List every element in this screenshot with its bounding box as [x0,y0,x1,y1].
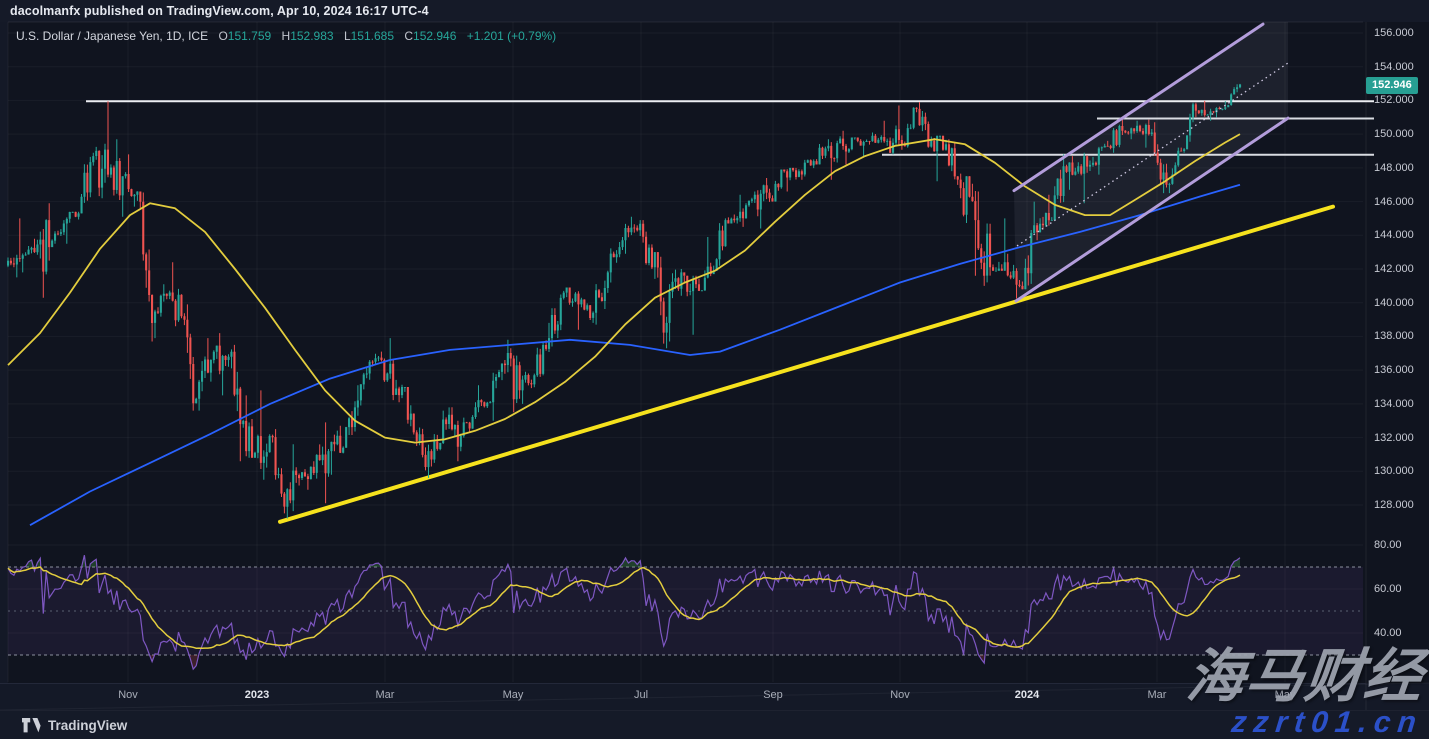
price-axis-label: 152.000 [1374,94,1414,106]
time-axis-label: May [503,689,524,701]
rsi-axis-label: 60.00 [1374,583,1402,595]
tradingview-brand-text: TradingView [48,718,127,733]
price-axis-label: 138.000 [1374,330,1414,342]
price-axis-label: 146.000 [1374,196,1414,208]
time-axis-label: Sep [763,689,783,701]
change-value: +1.201 (+0.79%) [467,29,556,43]
high-label: H [282,29,291,43]
price-axis-label: 140.000 [1374,297,1414,309]
tradingview-published-chart: dacolmanfx published on TradingView.com,… [0,0,1429,739]
time-axis-label: May [1275,689,1296,701]
last-price-label: 152.946 [1366,77,1418,94]
rsi-band [8,567,1363,655]
low-value: 151.685 [351,29,394,43]
symbol-title[interactable]: U.S. Dollar / Japanese Yen, 1D, ICE [16,29,208,43]
trendline[interactable] [280,207,1333,522]
price-axis-label: 134.000 [1374,398,1414,410]
time-axis-label: 2024 [1015,689,1039,701]
time-axis-label: Mar [376,689,395,701]
price-axis-label: 128.000 [1374,499,1414,511]
rsi-axis-label: 40.00 [1374,627,1402,639]
price-axis-label: 130.000 [1374,465,1414,477]
price-axis-label: 142.000 [1374,263,1414,275]
chart-canvas[interactable] [0,0,1429,739]
time-axis-label: Mar [1148,689,1167,701]
price-axis-label: 132.000 [1374,432,1414,444]
candlestick-series [7,84,1241,519]
price-axis-label: 150.000 [1374,128,1414,140]
price-axis[interactable]: 156.000 154.000 152.000 150.000 148.000 146.0… [1367,0,1429,739]
close-value: 152.946 [413,29,456,43]
tradingview-logo-link[interactable]: TradingView [22,717,127,734]
high-value: 152.983 [290,29,333,43]
price-axis-label: 144.000 [1374,229,1414,241]
time-axis[interactable]: Nov 2023 Mar May Jul Sep Nov 2024 Mar May [0,683,1429,710]
price-axis-label: 154.000 [1374,61,1414,73]
open-value: 151.759 [228,29,271,43]
open-label: O [218,29,227,43]
rsi-axis-label: 80.00 [1374,539,1402,551]
legend: U.S. Dollar / Japanese Yen, 1D, ICE O151… [16,29,556,43]
price-axis-label: 156.000 [1374,27,1414,39]
low-label: L [344,29,351,43]
footer: TradingView [0,710,1429,739]
price-axis-label: 148.000 [1374,162,1414,174]
time-axis-label: Nov [890,689,910,701]
price-axis-label: 136.000 [1374,364,1414,376]
tradingview-icon [22,717,41,734]
time-axis-label: Jul [634,689,648,701]
time-axis-label: Nov [118,689,138,701]
time-axis-label: 2023 [245,689,269,701]
close-label: C [404,29,413,43]
